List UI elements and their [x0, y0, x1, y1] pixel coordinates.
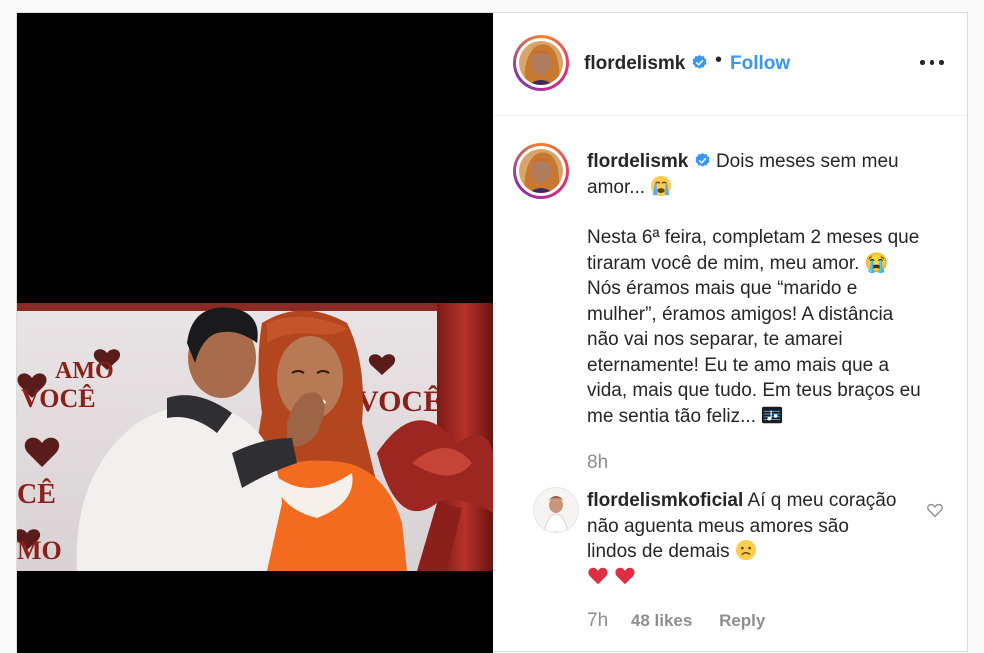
verified-badge-icon [695, 152, 710, 167]
more-options-icon[interactable] [919, 51, 945, 71]
sad-face-emoji [735, 539, 756, 561]
sign-amo-text: AMO [55, 358, 114, 384]
comment-meta: 7h 48 likes Reply [587, 610, 765, 632]
comment: flordelismkoficial Aí q meu coração não … [587, 488, 897, 590]
post-photo: AMO VOCÊ VOCÊ CÊ MO [17, 303, 493, 571]
instagram-post: AMO VOCÊ VOCÊ CÊ MO flordelismk • Follow… [16, 12, 968, 653]
musical-score-emoji [762, 406, 783, 423]
caption-avatar[interactable] [513, 143, 569, 199]
sign-voce-right-text: VOCÊ [357, 385, 443, 418]
comment-avatar[interactable] [533, 487, 579, 533]
caption-body: Nesta 6ª feira, completam 2 meses que ti… [587, 227, 921, 427]
caption-username[interactable]: flordelismk [587, 151, 688, 172]
svg-text:MO: MO [17, 536, 62, 565]
sign-voce-text: VOCÊ [21, 384, 96, 413]
comment-likes[interactable]: 48 likes [631, 611, 692, 630]
post-caption: flordelismk Dois meses sem meu amor... N… [587, 149, 927, 429]
comment-timestamp[interactable]: 7h [587, 610, 608, 631]
header-separator: • [715, 49, 723, 71]
profile-avatar[interactable] [513, 35, 569, 91]
reply-button[interactable]: Reply [719, 611, 765, 630]
comment-username[interactable]: flordelismkoficial [587, 490, 743, 511]
svg-text:CÊ: CÊ [17, 479, 56, 510]
heart-outline-icon[interactable] [926, 501, 944, 519]
red-heart-emoji [615, 567, 635, 584]
post-side-panel: flordelismk • Follow flordelismk Dois me… [493, 13, 967, 651]
post-media[interactable]: AMO VOCÊ VOCÊ CÊ MO [17, 13, 493, 653]
header-username[interactable]: flordelismk [584, 53, 685, 74]
header-username-row: flordelismk [584, 53, 708, 75]
follow-button[interactable]: Follow [730, 53, 790, 75]
crying-face-emoji [651, 175, 672, 196]
red-heart-emoji [588, 567, 608, 584]
caption-timestamp[interactable]: 8h [587, 452, 608, 474]
post-header: flordelismk • Follow [493, 13, 967, 116]
verified-badge-icon [692, 54, 707, 69]
